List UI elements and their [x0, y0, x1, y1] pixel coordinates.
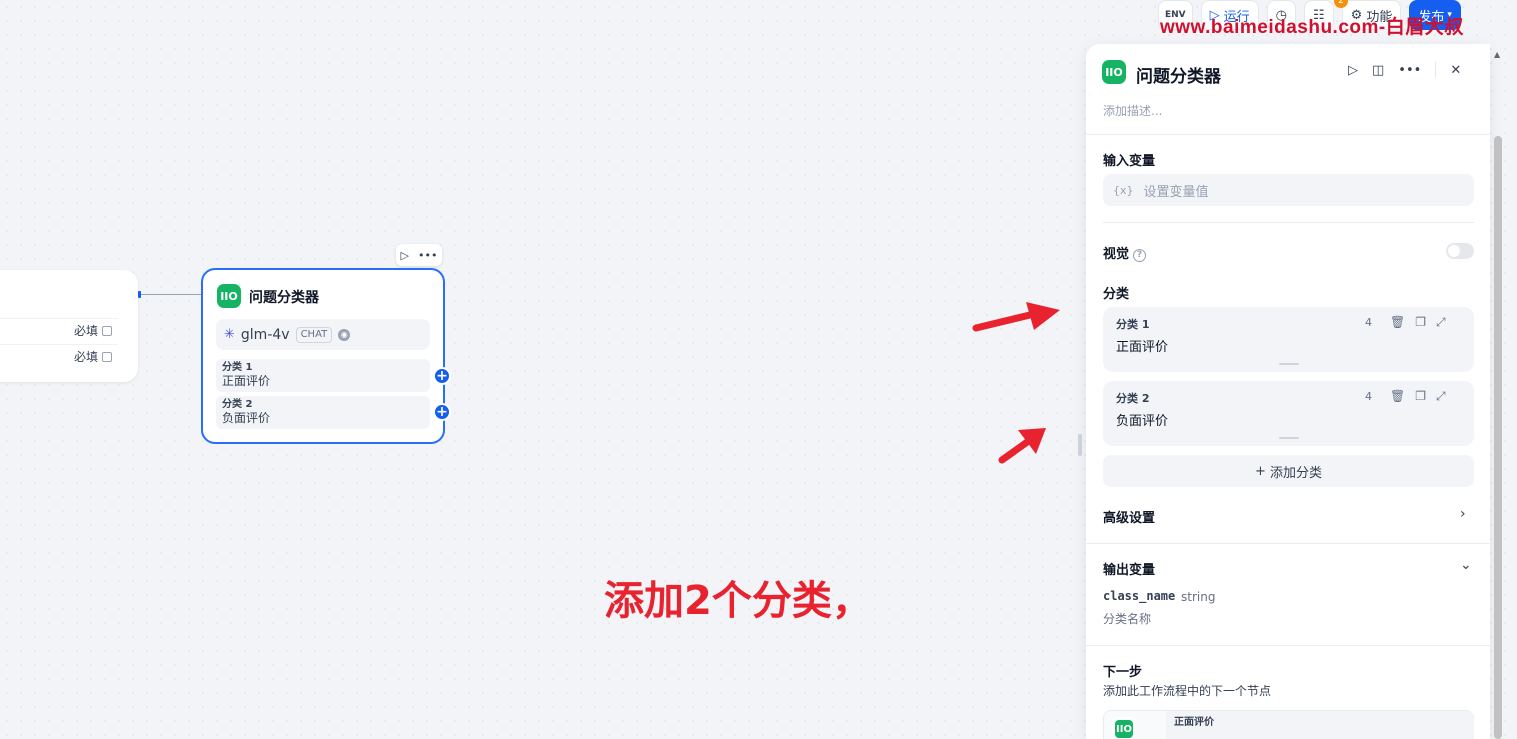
- classifier-icon: IIO: [1112, 717, 1136, 739]
- node-actions: ▷ •••: [396, 244, 442, 266]
- classifier-icon: IIO: [217, 284, 241, 308]
- add-next-node-button[interactable]: +: [433, 367, 451, 385]
- vision-icon: ◉: [338, 328, 351, 341]
- output-handle[interactable]: [138, 291, 141, 298]
- variable-selector[interactable]: {x} 设置变量值: [1103, 174, 1474, 206]
- model-mode-tag: CHAT: [295, 326, 333, 343]
- class-ops: 🗑 ❐ ⤢: [1390, 315, 1446, 330]
- vision-label: 视觉: [1103, 247, 1130, 262]
- node-settings-panel: IIO 问题分类器 ▷ ◫ ••• ✕ 添加描述... 输入变量 {x} 设置变…: [1086, 44, 1490, 739]
- more-icon[interactable]: •••: [1398, 63, 1421, 78]
- class-value: 负面评价: [222, 411, 271, 425]
- add-next-node-button[interactable]: +: [433, 403, 451, 421]
- watermark: www.baimeidashu.com-白眉大叔: [1160, 17, 1464, 38]
- annotation-arrow: [972, 302, 1060, 332]
- variable-icon: {x}: [1113, 183, 1134, 197]
- connection-edge: [140, 294, 202, 295]
- required-label: 必填: [73, 324, 98, 338]
- divider: [1086, 134, 1490, 135]
- advanced-settings-label[interactable]: 高级设置: [1103, 507, 1155, 526]
- model-name: glm-4v: [240, 326, 290, 343]
- divider: [1086, 543, 1490, 544]
- class-card[interactable]: 分类 2 4 🗑 ❐ ⤢ 负面评价: [1103, 381, 1474, 446]
- vision-section: 视觉?: [1103, 243, 1147, 262]
- classes-label: 分类: [1103, 287, 1130, 302]
- annotation-arrow: [998, 428, 1046, 464]
- panel-resize-handle[interactable]: [1078, 434, 1082, 456]
- class-item: 分类 2 负面评价: [216, 396, 430, 429]
- class-title: 分类 1: [222, 362, 253, 373]
- resize-grip[interactable]: [1279, 437, 1299, 439]
- expand-icon[interactable]: ⤢: [1436, 389, 1446, 404]
- add-class-label: 添加分类: [1269, 465, 1322, 481]
- more-icon[interactable]: •••: [418, 249, 437, 262]
- required-row: 必填: [0, 318, 118, 342]
- class-title: 分类 2: [1116, 392, 1150, 405]
- scrollbar-thumb[interactable]: [1494, 136, 1502, 739]
- chevron-right-icon[interactable]: ›: [1460, 506, 1466, 522]
- next-step-box: IIO 正面评价: [1103, 710, 1474, 739]
- scroll-up-icon[interactable]: ▲: [1494, 50, 1500, 59]
- panel-title[interactable]: 问题分类器: [1136, 62, 1221, 87]
- class-text-input[interactable]: 负面评价: [1116, 410, 1168, 429]
- output-vars-label[interactable]: 输出变量: [1103, 559, 1155, 578]
- divider: [1103, 222, 1474, 223]
- copy-icon[interactable]: ❐: [1415, 389, 1426, 404]
- annotation-text: 添加2个分类，: [604, 578, 872, 624]
- chevron-down-icon[interactable]: ⌄: [1460, 557, 1472, 573]
- class-value: 正面评价: [222, 374, 271, 388]
- branch-label: 正面评价: [1174, 717, 1214, 728]
- book-icon[interactable]: ◫: [1372, 63, 1384, 78]
- description-input[interactable]: 添加描述...: [1103, 102, 1162, 119]
- trash-icon[interactable]: 🗑: [1390, 315, 1405, 330]
- divider: [1435, 62, 1437, 78]
- char-count: 4: [1365, 390, 1372, 403]
- model-provider-icon: ✳: [224, 327, 235, 342]
- class-item: 分类 1 正面评价: [216, 359, 430, 392]
- class-ops: 🗑 ❐ ⤢: [1390, 389, 1446, 404]
- divider: [1086, 645, 1490, 646]
- add-class-button[interactable]: + 添加分类: [1103, 455, 1474, 487]
- required-label: 必填: [73, 350, 98, 364]
- next-step-desc: 添加此工作流程中的下一个节点: [1103, 684, 1272, 698]
- class-text-input[interactable]: 正面评价: [1116, 336, 1168, 355]
- panel-scrollbar[interactable]: ▲: [1493, 44, 1503, 739]
- copy-icon[interactable]: ❐: [1415, 315, 1426, 330]
- vision-toggle[interactable]: [1446, 243, 1474, 259]
- question-classifier-node[interactable]: IIO 问题分类器 ✳ glm-4v CHAT ◉ 分类 1 正面评价 分类 2…: [201, 268, 445, 444]
- output-var-name: class_name: [1103, 589, 1176, 603]
- expand-icon[interactable]: ⤢: [1436, 315, 1446, 330]
- play-icon[interactable]: ▷: [1348, 63, 1358, 78]
- required-row: 必填: [0, 344, 118, 368]
- next-step-label: 下一步: [1103, 665, 1143, 680]
- output-var-type: string: [1181, 590, 1216, 604]
- field-icon: [102, 351, 112, 362]
- plus-icon: +: [1255, 463, 1266, 479]
- field-icon: [102, 325, 112, 336]
- previous-node[interactable]: 必填 必填: [0, 270, 138, 382]
- model-selector[interactable]: ✳ glm-4v CHAT ◉: [216, 319, 430, 350]
- panel-actions: ▷ ◫ ••• ✕: [1348, 62, 1461, 78]
- trash-icon[interactable]: 🗑: [1390, 389, 1405, 404]
- class-title: 分类 2: [222, 399, 253, 410]
- play-icon[interactable]: ▷: [401, 249, 409, 262]
- classifier-icon: IIO: [1102, 60, 1126, 84]
- resize-grip[interactable]: [1279, 363, 1299, 365]
- output-var-desc: 分类名称: [1103, 612, 1152, 626]
- char-count: 4: [1365, 316, 1372, 329]
- class-card[interactable]: 分类 1 4 🗑 ❐ ⤢ 正面评价: [1103, 307, 1474, 372]
- next-branch[interactable]: 正面评价: [1166, 711, 1474, 739]
- class-title: 分类 1: [1116, 318, 1150, 331]
- close-icon[interactable]: ✕: [1450, 63, 1461, 78]
- variable-placeholder: 设置变量值: [1143, 184, 1209, 200]
- node-title: 问题分类器: [249, 290, 319, 306]
- help-icon[interactable]: ?: [1133, 248, 1147, 262]
- input-vars-label: 输入变量: [1103, 154, 1156, 169]
